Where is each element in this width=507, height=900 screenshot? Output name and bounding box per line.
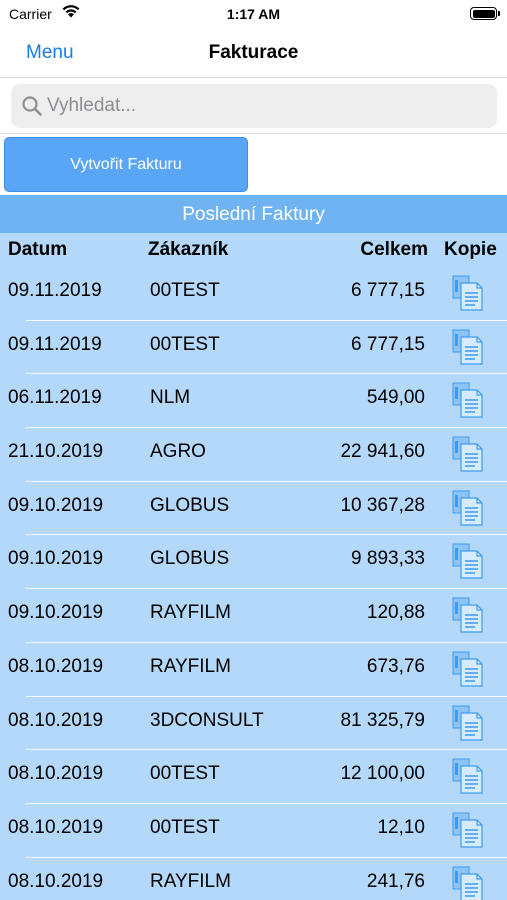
invoice-date: 08.10.2019	[8, 709, 104, 731]
invoice-row[interactable]: 09.10.2019 GLOBUS 10 367,28	[0, 482, 507, 536]
invoice-total: 673,76	[366, 655, 425, 677]
document-copy-icon[interactable]	[451, 812, 483, 848]
document-copy-icon[interactable]	[451, 866, 483, 900]
invoice-date: 09.11.2019	[8, 333, 102, 355]
invoice-total: 6 777,15	[351, 280, 425, 301]
invoice-row[interactable]: 06.11.2019 NLM 549,00	[0, 374, 507, 429]
battery-icon	[470, 7, 497, 20]
invoice-date: 08.10.2019	[8, 816, 104, 838]
invoice-total: 9 893,33	[351, 548, 425, 570]
document-copy-icon[interactable]	[451, 543, 483, 580]
invoice-total: 12,10	[377, 816, 425, 838]
search-input[interactable]	[47, 92, 477, 120]
section-title: Poslední Faktury	[0, 197, 507, 233]
clock: 1:17 AM	[226, 6, 281, 22]
invoice-total: 120,88	[366, 602, 425, 624]
invoice-customer: GLOBUS	[150, 494, 230, 516]
invoice-date: 09.10.2019	[8, 548, 104, 570]
invoice-total: 22 941,60	[340, 441, 425, 463]
status-bar: Carrier 1:17 AM	[0, 0, 507, 30]
invoice-row[interactable]: 08.10.2019 3DCONSULT 81 325,79	[0, 697, 507, 751]
invoice-total: 12 100,00	[340, 763, 425, 785]
invoice-customer: AGRO	[150, 441, 206, 463]
invoice-row[interactable]: 09.10.2019 GLOBUS 9 893,33	[0, 535, 507, 590]
invoice-total: 241,76	[366, 870, 425, 892]
document-copy-icon[interactable]	[451, 705, 483, 741]
invoice-customer: 3DCONSULT	[150, 709, 264, 731]
column-header-total: Celkem	[360, 239, 428, 260]
invoice-row[interactable]: 21.10.2019 AGRO 22 941,60	[0, 428, 507, 482]
invoice-date: 09.10.2019	[8, 494, 104, 516]
recent-invoices-panel: Poslední Faktury Datum Zákazník Celkem K…	[0, 195, 507, 900]
invoice-customer: 00TEST	[150, 763, 220, 785]
document-copy-icon[interactable]	[451, 275, 483, 311]
invoice-row[interactable]: 08.10.2019 00TEST 12 100,00	[0, 750, 507, 804]
column-header-customer: Zákazník	[148, 239, 229, 260]
battery-tip	[498, 11, 500, 16]
column-header-copy: Kopie	[444, 239, 497, 260]
invoice-total: 6 777,15	[351, 333, 425, 355]
document-copy-icon[interactable]	[451, 597, 483, 633]
invoice-row[interactable]: 08.10.2019 00TEST 12,10	[0, 804, 507, 858]
document-copy-icon[interactable]	[451, 329, 483, 365]
search-bar	[0, 78, 507, 134]
invoice-total: 549,00	[366, 387, 425, 409]
invoice-row[interactable]: 09.11.2019 00TEST 6 777,15	[0, 267, 507, 321]
invoice-row[interactable]: 08.10.2019 RAYFILM 241,76	[0, 858, 507, 900]
search-field[interactable]	[11, 84, 497, 128]
document-copy-icon[interactable]	[451, 651, 483, 687]
invoice-customer: 00TEST	[150, 280, 220, 301]
document-copy-icon[interactable]	[451, 758, 483, 794]
invoice-customer: RAYFILM	[150, 870, 231, 892]
invoice-total: 81 325,79	[340, 709, 425, 731]
invoice-date: 08.10.2019	[8, 763, 104, 785]
column-header-date: Datum	[8, 239, 68, 260]
table-header: Datum Zákazník Celkem Kopie	[0, 235, 507, 267]
invoice-customer: RAYFILM	[150, 655, 231, 677]
create-invoice-button[interactable]: Vytvořit Fakturu	[4, 137, 248, 192]
invoice-list: 09.11.2019 00TEST 6 777,15 09.11.2019 00…	[0, 267, 507, 900]
invoice-date: 08.10.2019	[8, 870, 104, 892]
search-icon	[22, 96, 42, 116]
invoice-customer: GLOBUS	[150, 548, 230, 570]
invoice-customer: 00TEST	[150, 816, 220, 838]
invoice-date: 09.11.2019	[8, 280, 102, 301]
document-copy-icon[interactable]	[451, 436, 483, 472]
invoice-customer: 00TEST	[150, 333, 220, 355]
invoice-date: 06.11.2019	[8, 387, 102, 409]
invoice-date: 21.10.2019	[8, 441, 104, 463]
document-copy-icon[interactable]	[451, 490, 483, 526]
invoice-customer: RAYFILM	[150, 602, 231, 624]
invoice-customer: NLM	[150, 387, 191, 409]
invoice-date: 09.10.2019	[8, 602, 104, 624]
invoice-row[interactable]: 09.10.2019 RAYFILM 120,88	[0, 589, 507, 643]
invoice-date: 08.10.2019	[8, 655, 104, 677]
navigation-bar: Menu Fakturace	[0, 30, 507, 78]
invoice-row[interactable]: 09.11.2019 00TEST 6 777,15	[0, 321, 507, 375]
document-copy-icon[interactable]	[451, 382, 483, 418]
page-title: Fakturace	[208, 42, 299, 63]
invoice-total: 10 367,28	[340, 494, 425, 516]
invoice-row[interactable]: 08.10.2019 RAYFILM 673,76	[0, 643, 507, 697]
